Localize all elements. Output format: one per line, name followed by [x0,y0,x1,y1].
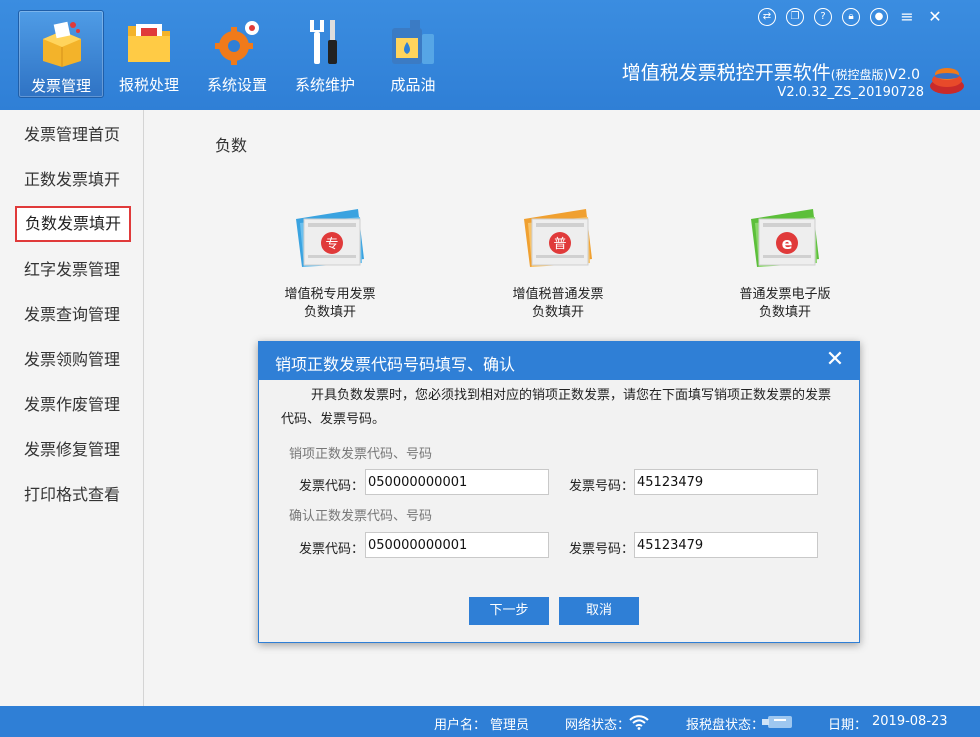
normal-invoice-icon: 普 [524,209,592,267]
sidebar-item-negative-invoice[interactable]: 负数发票填开 [15,206,131,242]
toolbar-label: 系统设置 [206,76,267,94]
section-title: 负数 [215,136,248,155]
toolbar-label: 发票管理 [30,77,91,95]
usb-disk-icon [762,716,792,728]
app-build: V2.0.32_ZS_20190728 [777,85,924,100]
group-label-confirm: 确认正数发票代码、号码 [289,509,433,524]
status-date: 2019-08-23 [872,714,948,729]
sidebar-item-invoice-repair[interactable]: 发票修复管理 [0,427,144,472]
app-logo-icon [930,68,964,94]
card-title: 普通发票电子版 [739,287,831,302]
app-title-text: 增值税发票税控开票软件 [621,62,831,84]
gear-icon [215,21,259,65]
wrench-screwdriver-icon [310,20,337,64]
sidebar-item-print-format[interactable]: 打印格式查看 [0,472,144,517]
close-icon[interactable]: ✕ [823,348,847,372]
next-button[interactable]: 下一步 [469,597,549,625]
status-disk-label: 报税盘状态： [686,718,765,733]
toolbar-system-maintenance[interactable]: 系统维护 [282,10,368,98]
help-icon[interactable]: ? [814,8,832,26]
group-label-original: 销项正数发票代码、号码 [289,447,433,462]
copy-icon[interactable]: ❐ [786,8,804,26]
card-subtitle: 负数填开 [758,305,811,320]
code-label: 发票代码： [299,542,365,557]
toolbar-invoice-management[interactable]: 发票管理 [18,10,104,98]
menu-icon[interactable]: ≡ [898,8,916,26]
card-badge: 专 [325,237,338,252]
app-title: 增值税发票税控开票软件(税控盘版)V2.0 [622,58,920,85]
toolbar-label: 报税处理 [118,76,179,94]
toolbar-tax-processing[interactable]: 报税处理 [106,10,192,98]
status-user-label: 用户名： [434,718,487,733]
swap-icon[interactable]: ⇄ [758,8,776,26]
sidebar: 发票管理首页 正数发票填开 负数发票填开 红字发票管理 发票查询管理 发票领购管… [0,110,144,706]
status-bar: 用户名： 管理员 网络状态： 报税盘状态： 日期： 2019-08-23 [0,706,980,737]
original-code-input[interactable] [365,469,549,495]
electronic-invoice-icon: e [751,209,819,267]
card-subtitle: 负数填开 [531,305,584,320]
status-network-label: 网络状态： [565,718,631,733]
sidebar-item-invoice-void[interactable]: 发票作废管理 [0,382,144,427]
sidebar-item-positive-invoice[interactable]: 正数发票填开 [0,157,144,202]
user-icon[interactable]: ● [870,8,888,26]
lock-icon[interactable]: 🔒︎ [842,8,860,26]
dialog-title: 销项正数发票代码号码填写、确认 [275,355,516,374]
confirm-number-input[interactable] [634,532,818,558]
code-label: 发票代码： [299,479,365,494]
dialog-message: 开具负数发票时，您必须找到相对应的销项正数发票，请您在下面填写销项正数发票的发票… [281,388,832,427]
number-label: 发票号码： [569,542,635,557]
card-electronic-negative[interactable]: e 普通发票电子版 负数填开 [705,205,865,325]
card-badge: 普 [553,237,566,252]
wifi-icon [629,715,649,730]
invoice-code-dialog: 销项正数发票代码号码填写、确认 ✕ 开具负数发票时，您必须找到相对应的销项正数发… [258,341,860,643]
toolbar-label: 成品油 [390,76,436,94]
tax-folder-icon [128,24,170,62]
card-subtitle: 负数填开 [303,305,356,320]
status-user: 管理员 [490,718,530,733]
card-badge: e [782,234,793,253]
invoice-box-icon [43,21,81,67]
special-invoice-icon: 专 [296,209,364,267]
toolbar-system-settings[interactable]: 系统设置 [194,10,280,98]
cancel-button[interactable]: 取消 [559,597,639,625]
sidebar-item-invoice-home[interactable]: 发票管理首页 [0,112,144,157]
dialog-header: 销项正数发票代码号码填写、确认 ✕ [259,342,859,380]
toolbar-refined-oil[interactable]: 成品油 [370,10,456,98]
sidebar-item-invoice-query[interactable]: 发票查询管理 [0,292,144,337]
top-toolbar: 发票管理 报税处理 系统设置 系统维护 成品油 ⇄ ❐ ? 🔒︎ ● ≡ ✕ 增… [0,0,980,110]
card-title: 增值税专用发票 [284,287,376,302]
confirm-code-input[interactable] [365,532,549,558]
oil-can-icon [392,20,434,64]
app-edition: (税控盘版) [830,68,889,82]
number-label: 发票号码： [569,479,635,494]
card-title: 增值税普通发票 [512,287,604,302]
sidebar-item-red-invoice[interactable]: 红字发票管理 [0,247,144,292]
status-date-label: 日期： [828,718,868,733]
close-icon[interactable]: ✕ [926,8,944,26]
card-vat-normal-negative[interactable]: 普 增值税普通发票 负数填开 [478,205,638,325]
window-controls: ⇄ ❐ ? 🔒︎ ● ≡ ✕ [758,8,968,30]
card-vat-special-negative[interactable]: 专 增值税专用发票 负数填开 [250,205,410,325]
sidebar-item-invoice-purchase[interactable]: 发票领购管理 [0,337,144,382]
original-number-input[interactable] [634,469,818,495]
toolbar-label: 系统维护 [294,76,355,94]
app-major-version: V2.0 [888,67,920,83]
